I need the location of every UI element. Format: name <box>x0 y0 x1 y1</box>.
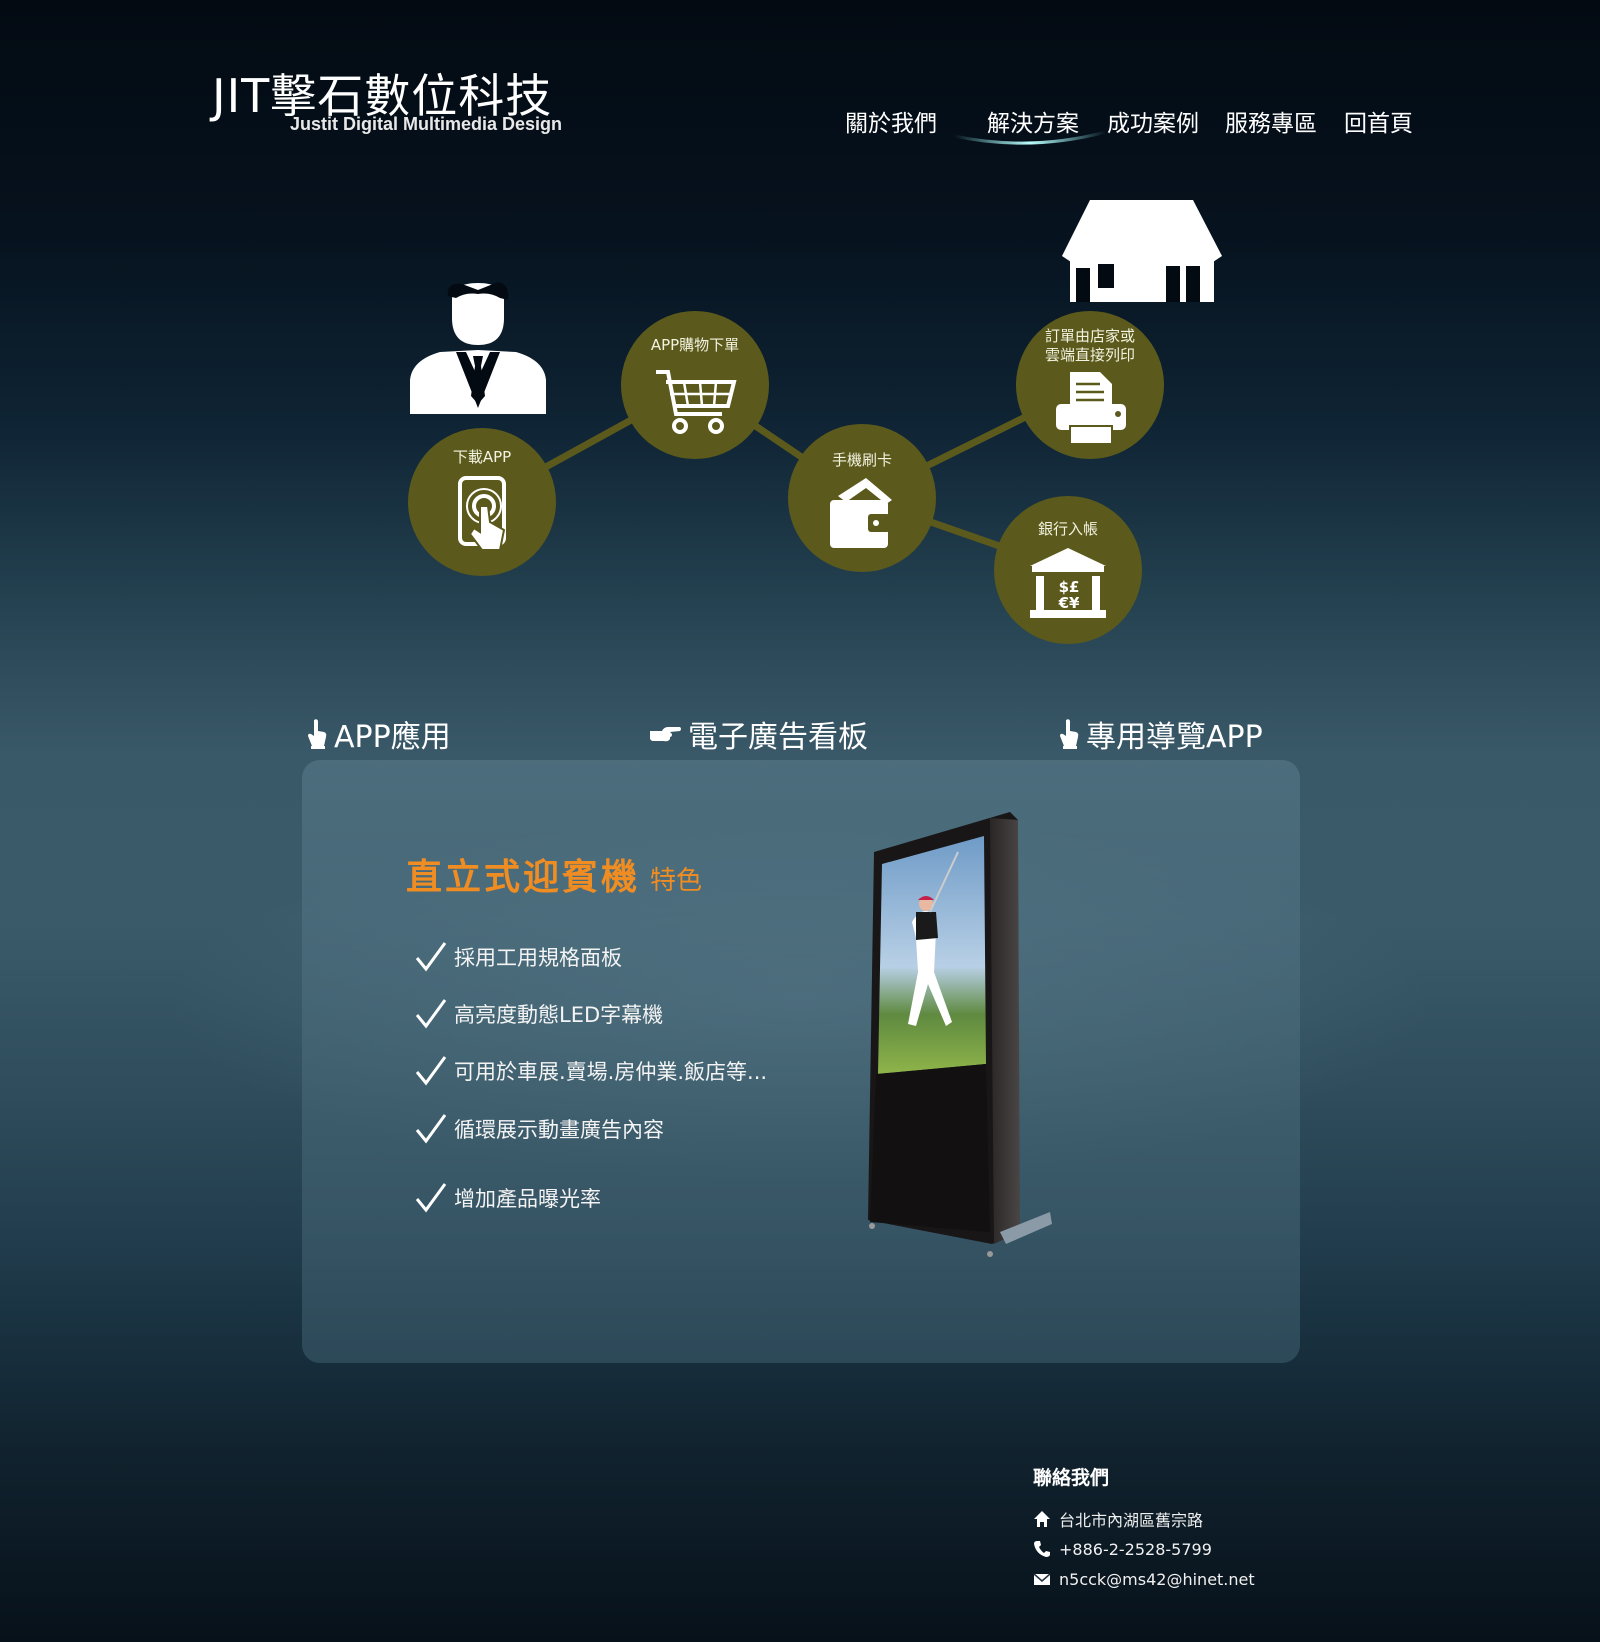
contact-phone-text: +886-2-2528-5799 <box>1059 1539 1212 1559</box>
businessman-icon <box>410 282 546 414</box>
flow-connectors <box>480 381 1092 574</box>
tab-label: 專用導覽APP <box>1086 720 1263 755</box>
feature-item: 增加產品曝光率 <box>414 1181 601 1215</box>
contact-address: 台北市內湖區舊宗路 <box>1033 1504 1255 1534</box>
checkmark-icon <box>415 1183 447 1213</box>
pointing-hand-right-icon <box>650 727 681 742</box>
checkmark-icon <box>415 942 447 972</box>
bubble-app-order[interactable] <box>621 311 769 459</box>
bubble-label-print-order: 訂單由店家或 雲端直接列印 <box>1044 327 1135 364</box>
feature-title: 直立式迎賓機 特色 <box>406 848 702 900</box>
contact-phone[interactable]: +886-2-2528-5799 <box>1033 1534 1255 1564</box>
contact-section: 聯絡我們 台北市內湖區舊宗路 +886-2-2528-5799 n5cck@ms… <box>1033 1463 1255 1594</box>
feature-item: 採用工用規格面板 <box>414 940 622 974</box>
feature-text: 採用工用規格面板 <box>454 946 622 970</box>
feature-text: 增加產品曝光率 <box>454 1187 601 1211</box>
feature-text: 可用於車展.賣場.房仲業.飯店等... <box>454 1060 768 1084</box>
feature-item: 循環展示動畫廣告內容 <box>414 1112 664 1146</box>
bubble-label-card-payment: 手機刷卡 <box>831 451 892 469</box>
feature-text: 高亮度動態LED字幕機 <box>454 1003 664 1027</box>
bubble-label-bank-deposit: 銀行入帳 <box>1037 520 1098 538</box>
checkmark-icon <box>415 1114 447 1144</box>
tab-digital-signage[interactable]: 電子廣告看板 <box>648 712 868 756</box>
mail-icon <box>1033 1573 1051 1585</box>
tab-guide-app[interactable]: 專用導覽APP <box>1058 712 1263 756</box>
checkmark-icon <box>415 999 447 1029</box>
store-house-icon <box>1062 200 1222 302</box>
feature-text: 循環展示動畫廣告內容 <box>454 1118 664 1142</box>
bubble-label-download-app: 下載APP <box>452 448 512 466</box>
contact-email-text: n5cck@ms42@hinet.net <box>1059 1569 1255 1589</box>
phone-icon <box>1034 1541 1050 1557</box>
feature-title-suffix: 特色 <box>650 866 703 896</box>
tab-label: APP應用 <box>334 720 451 755</box>
svg-text:€¥: €¥ <box>1058 594 1080 612</box>
pointing-hand-icon <box>1060 719 1079 749</box>
flow-diagram: $£ €¥ <box>408 200 1222 644</box>
bubble-card-payment[interactable] <box>788 424 936 572</box>
contact-title: 聯絡我們 <box>1033 1467 1110 1489</box>
bubble-label-app-order: APP購物下單 <box>650 336 740 354</box>
feature-item: 高亮度動態LED字幕機 <box>414 997 663 1031</box>
contact-email[interactable]: n5cck@ms42@hinet.net <box>1033 1564 1255 1594</box>
contact-address-text: 台北市內湖區舊宗路 <box>1059 1511 1204 1530</box>
kiosk-product-image <box>868 812 1052 1257</box>
feature-panel: 直立式迎賓機 特色 採用工用規格面板 高亮度動態LED字幕機 可用於車展.賣場.房… <box>302 760 1300 1363</box>
checkmark-icon <box>415 1056 447 1086</box>
feature-title-main: 直立式迎賓機 <box>406 857 641 898</box>
tab-label: 電子廣告看板 <box>688 720 868 755</box>
pointing-hand-icon <box>308 719 327 749</box>
feature-item: 可用於車展.賣場.房仲業.飯店等... <box>414 1054 767 1088</box>
tab-app-application[interactable]: APP應用 <box>306 712 451 756</box>
home-icon <box>1034 1511 1050 1527</box>
